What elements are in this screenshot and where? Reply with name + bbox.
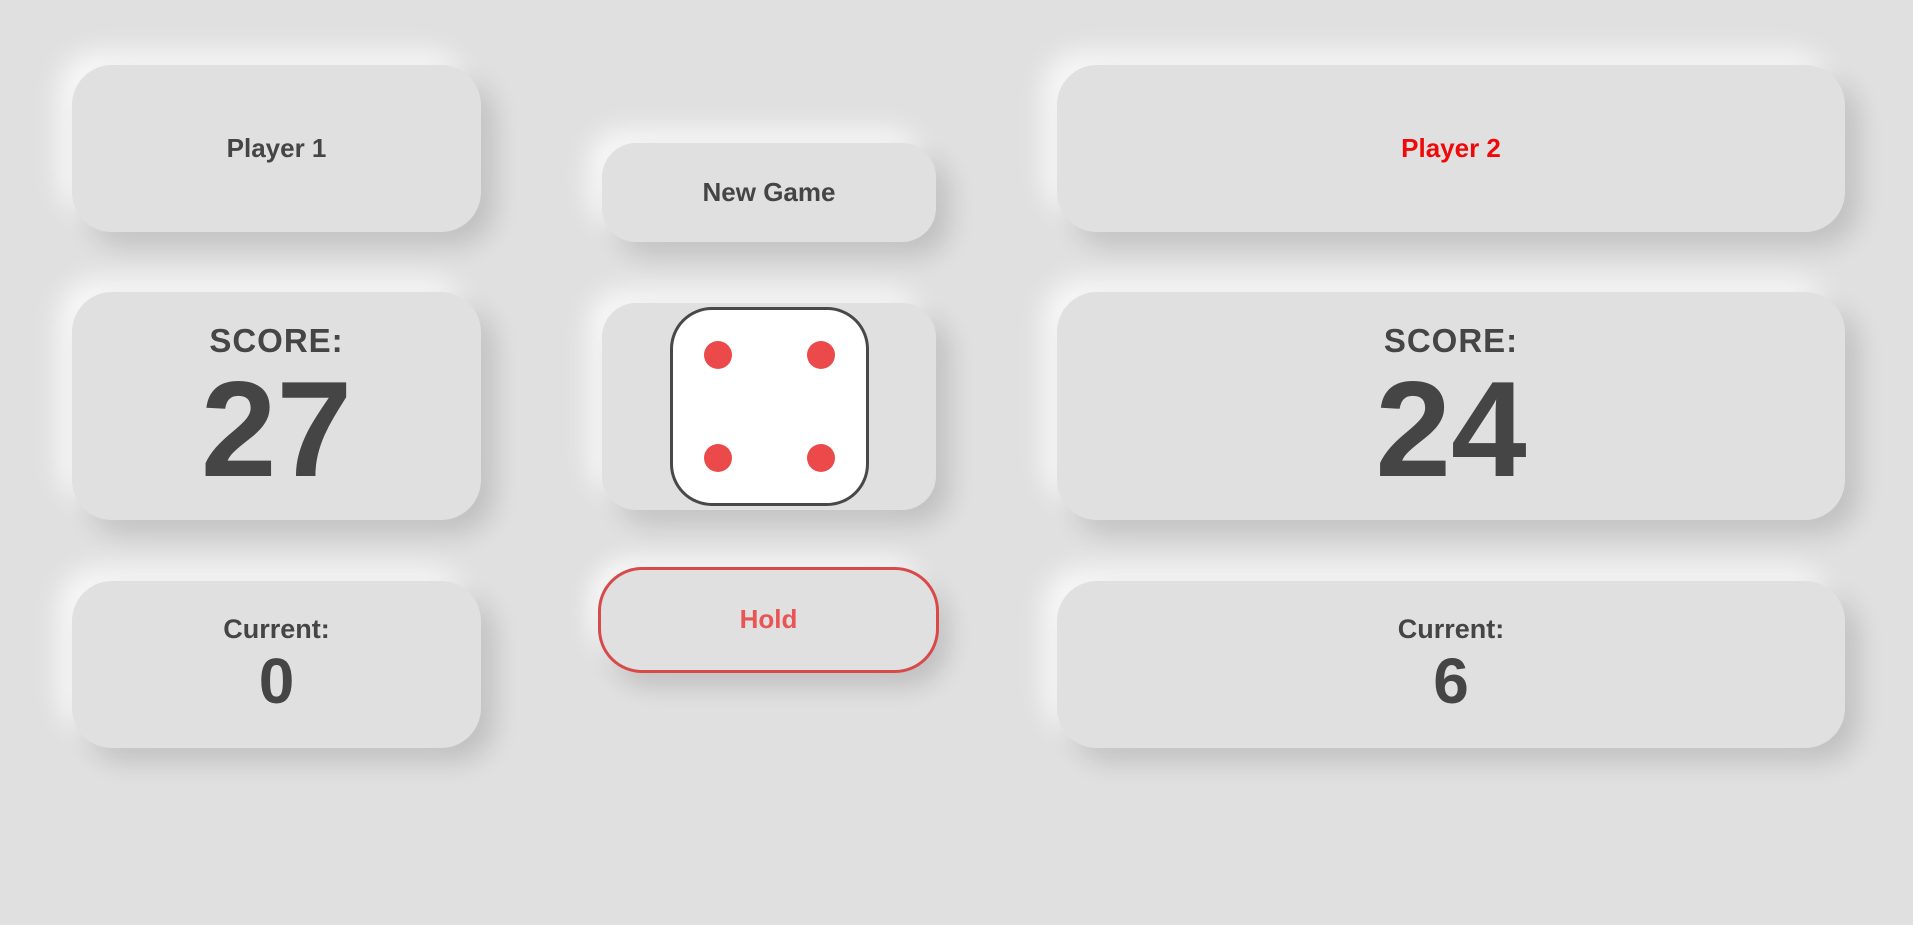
- player-2-current-card: Current: 6: [1057, 581, 1845, 748]
- hold-button[interactable]: Hold: [598, 567, 939, 673]
- player-2-current: 6: [1433, 645, 1469, 717]
- dice-pip: [806, 444, 835, 472]
- dice-pip: [806, 341, 835, 369]
- player-1-name: Player 1: [226, 133, 327, 163]
- player-1-current-card: Current: 0: [72, 581, 481, 748]
- player-2-score: 24: [1375, 352, 1527, 505]
- player-2-name-card: Player 2: [1057, 65, 1845, 232]
- player-2-name: Player 2: [1401, 133, 1501, 163]
- player-2-score-label: SCORE:: [1383, 321, 1519, 359]
- dice-face-four[interactable]: [669, 307, 869, 506]
- player-1-score: 27: [200, 352, 353, 505]
- player-1-name-card: Player 1: [72, 65, 481, 232]
- player-1-current: 0: [258, 645, 295, 717]
- game-board: Player 1 SCORE: 27 Current: 0 New Game H…: [0, 0, 1913, 925]
- hold-label: Hold: [739, 603, 798, 634]
- player-2-score-card: SCORE: 24: [1057, 292, 1845, 520]
- dice-pip: [703, 341, 732, 369]
- player-1-score-card: SCORE: 27: [72, 292, 481, 520]
- player-2-current-label: Current:: [1397, 614, 1505, 644]
- new-game-button[interactable]: New Game: [602, 143, 936, 242]
- new-game-label: New Game: [702, 177, 836, 207]
- player-1-score-label: SCORE:: [209, 321, 344, 359]
- dice-pip: [703, 444, 732, 472]
- dice-area: [602, 303, 936, 510]
- player-1-current-label: Current:: [223, 614, 330, 644]
